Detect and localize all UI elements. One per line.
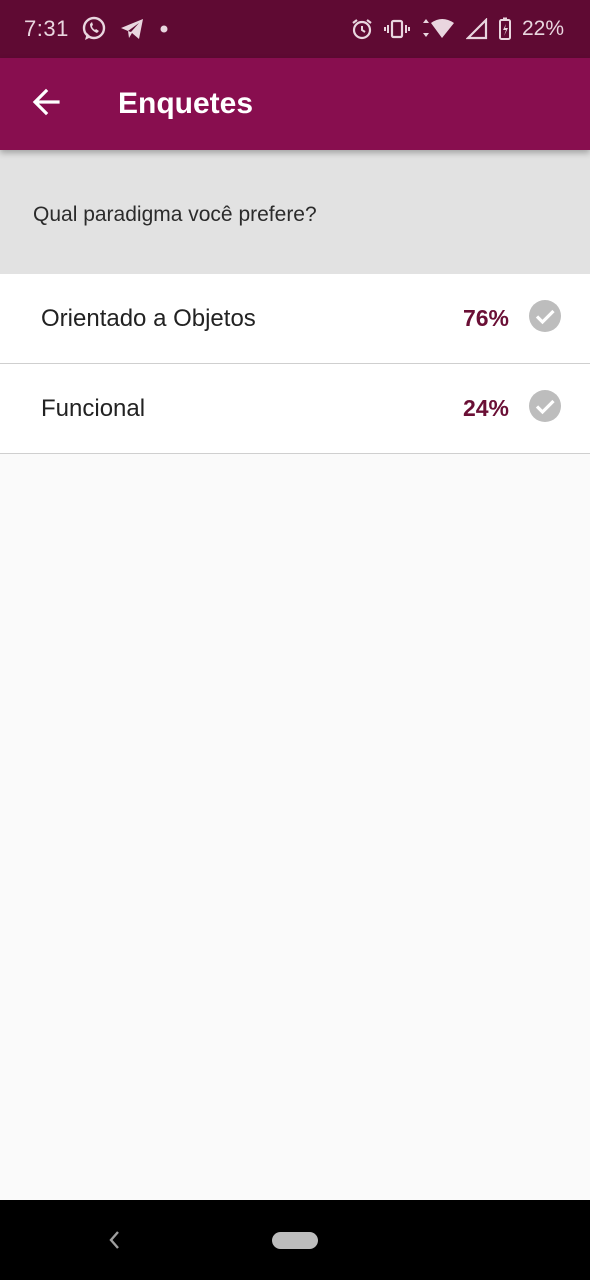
telegram-icon (119, 17, 145, 41)
poll-question-header: Qual paradigma você prefere? (0, 150, 590, 274)
wifi-icon (420, 17, 456, 41)
battery-icon (498, 17, 512, 41)
alarm-icon (350, 17, 374, 41)
status-bar: 7:31 22% (0, 0, 590, 58)
whatsapp-icon (81, 16, 107, 42)
check-circle-icon (528, 299, 562, 338)
signal-icon (465, 18, 488, 40)
check-circle-icon (528, 389, 562, 428)
poll-option-label: Funcional (41, 394, 146, 422)
poll-option[interactable]: Funcional 24% (0, 364, 590, 454)
back-button[interactable] (0, 58, 92, 150)
poll-question: Qual paradigma você prefere? (33, 203, 317, 226)
poll-option-label: Orientado a Objetos (41, 304, 256, 332)
battery-level: 22% (521, 17, 564, 40)
status-time: 7:31 (24, 16, 69, 41)
poll-option-percent: 24% (462, 395, 509, 421)
poll-option-percent: 76% (462, 305, 509, 331)
arrow-back-icon (31, 87, 61, 122)
home-pill-icon[interactable] (272, 1232, 318, 1249)
nav-back-icon[interactable] (102, 1226, 126, 1254)
dot-icon (157, 22, 171, 36)
app-bar: Enquetes (0, 58, 590, 150)
vibrate-icon (383, 17, 410, 41)
poll-option[interactable]: Orientado a Objetos 76% (0, 274, 590, 364)
poll-options-list: Orientado a Objetos 76% Funcional 24% (0, 274, 590, 454)
system-nav-bar (0, 1200, 590, 1280)
page-title: Enquetes (118, 87, 254, 120)
